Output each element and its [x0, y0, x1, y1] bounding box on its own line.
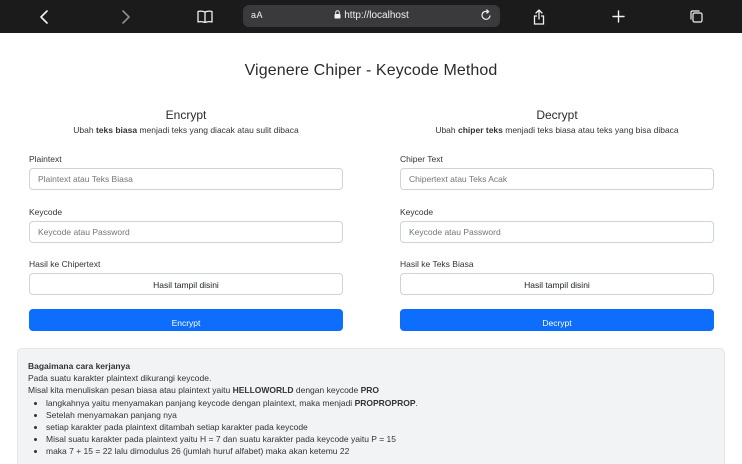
page-title: Vigenere Chiper - Keycode Method [244, 62, 498, 79]
decrypt-heading: Decrypt [536, 108, 578, 122]
share-icon[interactable] [529, 0, 549, 33]
url-bar[interactable]: aA http://localhost [243, 5, 500, 27]
reload-icon[interactable] [480, 8, 492, 25]
how-it-works-box: Bagaimana cara kerjanya Pada suatu karak… [17, 348, 725, 464]
info-line-1: Pada suatu karakter plaintext dikurangi … [28, 373, 212, 383]
list-item-bold: PROPROPROP [354, 398, 416, 408]
plaintext-result-label: Hasil ke Teks Biasa [400, 259, 474, 269]
encrypt-keycode-label: Keycode [29, 207, 63, 217]
encrypt-panel: Encrypt Ubah teks biasa menjadi teks yan… [29, 108, 343, 331]
list-item: setiap karakter pada plaintext ditambah … [46, 421, 714, 433]
encrypt-subtitle-text: Ubah [73, 125, 96, 135]
how-it-works-title: Bagaimana cara kerjanya [28, 361, 131, 371]
decrypt-keycode-label: Keycode [400, 207, 434, 217]
encrypt-subtitle-bold: teks biasa [95, 125, 138, 135]
tabs-icon[interactable] [686, 0, 706, 33]
list-item: Misal suatu karakter pada plaintext yait… [46, 433, 714, 445]
plaintext-result: Hasil tampil disini [400, 273, 714, 295]
back-icon[interactable] [34, 0, 54, 33]
chipertext-input[interactable] [400, 168, 714, 190]
chipertext-result: Hasil tampil disini [29, 273, 343, 295]
decrypt-subtitle: Ubah chiper teks menjadi teks biasa atau… [400, 125, 714, 135]
decrypt-subtitle-text: Ubah [435, 125, 458, 135]
list-item: Setelah menyamakan panjang nya [46, 409, 714, 421]
list-item-text: . [415, 398, 418, 408]
encrypt-button[interactable]: Encrypt [29, 309, 343, 331]
decrypt-subtitle-bold: chiper teks [458, 125, 503, 135]
bookmarks-icon[interactable] [195, 0, 215, 33]
info-keycode-example: PRO [360, 385, 380, 395]
info-line-2-text: Misal kita menuliskan pesan biasa atau p… [28, 385, 233, 395]
decrypt-button[interactable]: Decrypt [400, 309, 714, 331]
list-item: maka 7 + 15 = 22 lalu dimodulus 26 (juml… [46, 445, 714, 457]
list-item-text: langkahnya yaitu menyamakan panjang keyc… [46, 398, 355, 408]
new-tab-icon[interactable] [608, 0, 628, 33]
info-line-2-mid: dengan keycode [293, 385, 361, 395]
encrypt-subtitle-rest: menjadi teks yang diacak atau sulit diba… [137, 125, 299, 135]
decrypt-subtitle-rest: menjadi teks biasa atau teks yang bisa d… [502, 125, 679, 135]
chipertext-result-label: Hasil ke Chipertext [29, 259, 101, 269]
info-steps-list: langkahnya yaitu menyamakan panjang keyc… [28, 397, 714, 457]
info-line-2: Misal kita menuliskan pesan biasa atau p… [28, 385, 714, 396]
plaintext-label: Plaintext [29, 154, 62, 164]
lock-icon [334, 10, 341, 22]
chipertext-label: Chiper Text [400, 154, 443, 164]
encrypt-heading: Encrypt [165, 108, 207, 122]
info-plaintext-example: HELLOWORLD [232, 385, 294, 395]
url-text: http://localhost [344, 10, 409, 21]
encrypt-keycode-input[interactable] [29, 221, 343, 243]
browser-toolbar: aA http://localhost [0, 0, 742, 33]
plaintext-input[interactable] [29, 168, 343, 190]
list-item: langkahnya yaitu menyamakan panjang keyc… [46, 397, 714, 409]
encrypt-subtitle: Ubah teks biasa menjadi teks yang diacak… [29, 125, 343, 135]
decrypt-panel: Decrypt Ubah chiper teks menjadi teks bi… [400, 108, 714, 331]
decrypt-keycode-input[interactable] [400, 221, 714, 243]
forward-icon[interactable] [116, 0, 136, 33]
